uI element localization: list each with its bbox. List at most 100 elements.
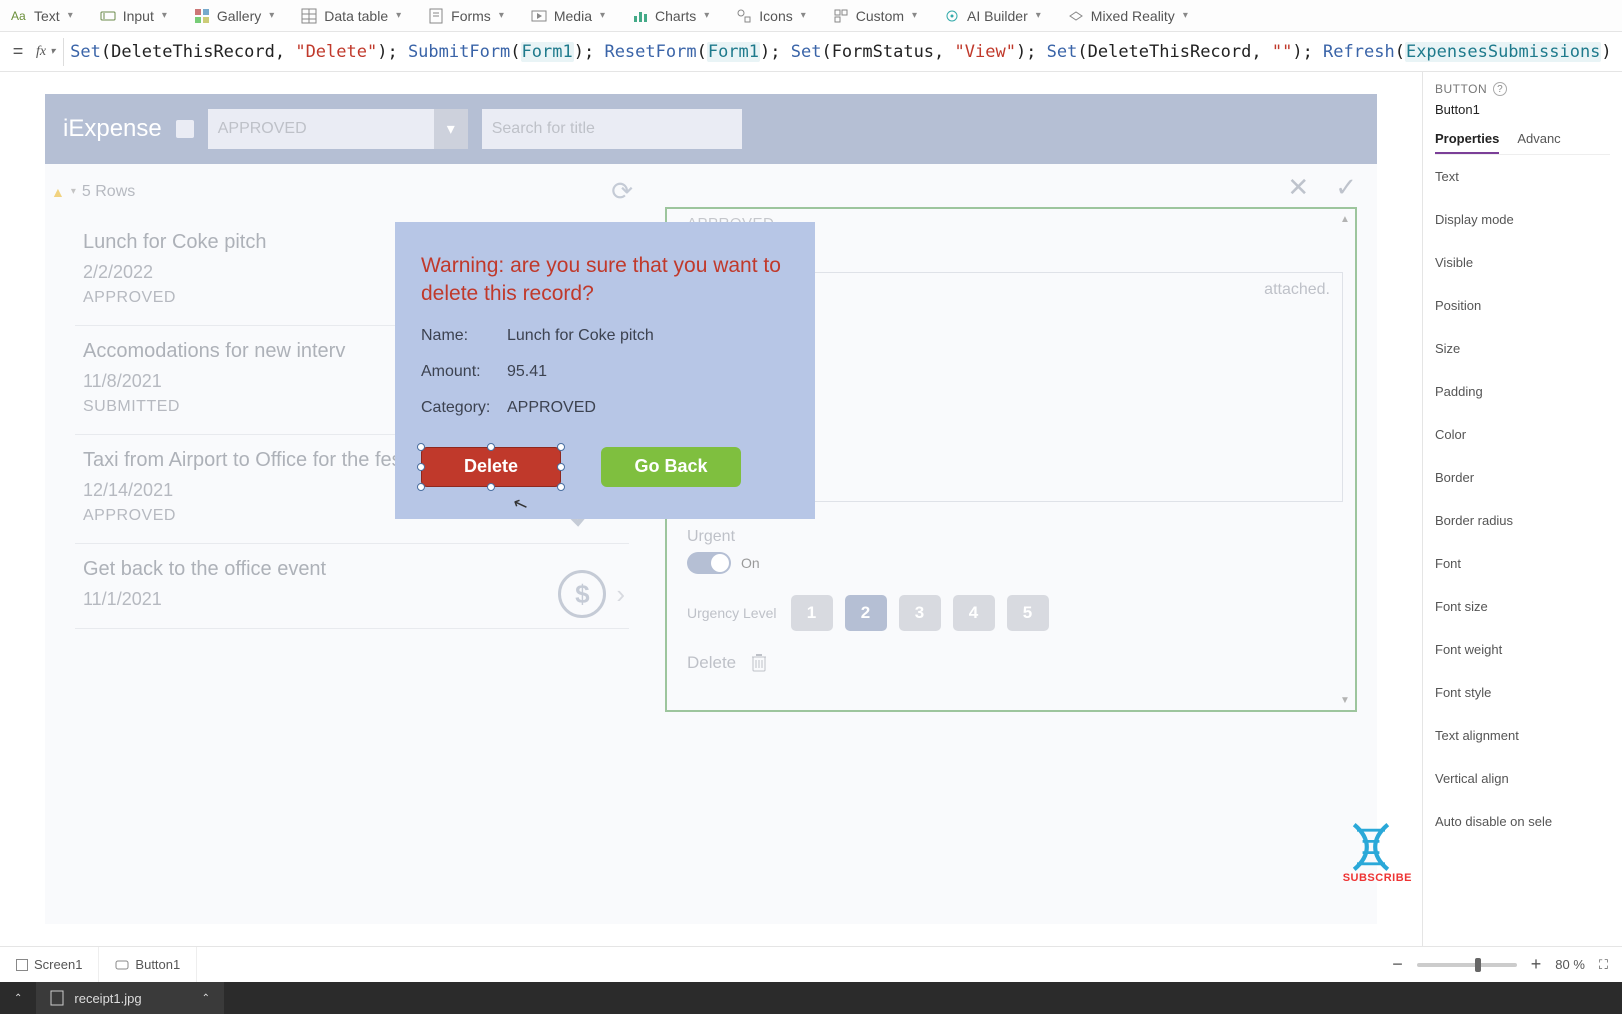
props-item[interactable]: Vertical align bbox=[1435, 771, 1610, 786]
ribbon-icons[interactable]: Icons▾ bbox=[731, 5, 810, 27]
custom-icon bbox=[832, 7, 850, 25]
ribbon-forms[interactable]: Forms▾ bbox=[423, 5, 508, 27]
app-title: iExpense bbox=[63, 115, 162, 143]
ribbon-mixedreality[interactable]: Mixed Reality▾ bbox=[1063, 5, 1192, 27]
forms-icon bbox=[427, 7, 445, 25]
zoom-out-button[interactable]: − bbox=[1392, 954, 1403, 975]
modal-delete-button[interactable]: Delete bbox=[421, 447, 561, 487]
props-item[interactable]: Color bbox=[1435, 427, 1610, 442]
props-item[interactable]: Padding bbox=[1435, 384, 1610, 399]
urgency-level-button[interactable]: 5 bbox=[1007, 595, 1049, 631]
scroll-up-icon[interactable]: ▲ bbox=[1337, 211, 1353, 227]
props-item[interactable]: Text bbox=[1435, 169, 1610, 184]
list-item-date: 11/1/2021 bbox=[83, 589, 621, 610]
search-placeholder: Search for title bbox=[492, 120, 595, 138]
props-item[interactable]: Size bbox=[1435, 341, 1610, 356]
app-frame: iExpense APPROVED ▾ Search for title ▲ ▾… bbox=[45, 94, 1377, 924]
urgency-level-button[interactable]: 1 bbox=[791, 595, 833, 631]
ai-icon bbox=[943, 7, 961, 25]
text-icon: Aa bbox=[10, 7, 28, 25]
ribbon-charts[interactable]: Charts▾ bbox=[627, 5, 713, 27]
close-icon[interactable]: ✕ bbox=[1287, 172, 1309, 203]
list-item[interactable]: Get back to the office event11/1/2021$› bbox=[75, 544, 629, 629]
chevron-down-icon[interactable]: ▾ bbox=[71, 186, 76, 197]
urgency-level-button[interactable]: 4 bbox=[953, 595, 995, 631]
urgency-level-button[interactable]: 2 bbox=[845, 595, 887, 631]
chevron-down-icon: ▾ bbox=[50, 46, 55, 57]
props-item[interactable]: Text alignment bbox=[1435, 728, 1610, 743]
breadcrumb-screen[interactable]: Screen1 bbox=[0, 947, 99, 982]
modal-goback-button[interactable]: Go Back bbox=[601, 447, 741, 487]
props-item[interactable]: Font style bbox=[1435, 685, 1610, 700]
chevron-down-icon: ▾ bbox=[912, 10, 917, 21]
taskbar-file[interactable]: receipt1.jpg ⌃ bbox=[36, 982, 224, 1014]
zoom-slider[interactable] bbox=[1417, 963, 1517, 967]
props-item[interactable]: Border bbox=[1435, 470, 1610, 485]
props-item[interactable]: Display mode bbox=[1435, 212, 1610, 227]
row-count-label: 5 Rows bbox=[82, 183, 135, 201]
modal-field-label: Name: bbox=[421, 327, 507, 345]
zoom-controls: − + 80 % ⛶ bbox=[1392, 954, 1622, 975]
warning-icon: ▲ bbox=[51, 184, 65, 200]
refresh-icon[interactable]: ⟳ bbox=[611, 176, 633, 207]
gallery-icon bbox=[193, 7, 211, 25]
props-item[interactable]: Font weight bbox=[1435, 642, 1610, 657]
mr-icon bbox=[1067, 7, 1085, 25]
props-item[interactable]: Position bbox=[1435, 298, 1610, 313]
props-control-name: Button1 bbox=[1435, 102, 1610, 117]
ribbon-gallery[interactable]: Gallery▾ bbox=[189, 5, 278, 27]
breadcrumb-bar: Screen1 Button1 − + 80 % ⛶ bbox=[0, 946, 1622, 982]
props-item[interactable]: Border radius bbox=[1435, 513, 1610, 528]
urgency-level-button[interactable]: 3 bbox=[899, 595, 941, 631]
taskbar: ⌃ receipt1.jpg ⌃ bbox=[0, 982, 1622, 1014]
info-icon[interactable]: ? bbox=[1493, 82, 1507, 96]
props-item[interactable]: Font bbox=[1435, 556, 1610, 571]
dollar-icon[interactable]: $ bbox=[558, 570, 606, 618]
formula-bar-row: = fx▾ Set(DeleteThisRecord, "Delete"); S… bbox=[0, 32, 1622, 72]
ribbon-text[interactable]: AaText▾ bbox=[6, 5, 77, 27]
scroll-down-icon[interactable]: ▼ bbox=[1337, 692, 1353, 708]
props-item[interactable]: Font size bbox=[1435, 599, 1610, 614]
modal-field-label: Category: bbox=[421, 399, 507, 417]
fit-screen-icon[interactable]: ⛶ bbox=[1599, 957, 1608, 973]
zoom-in-button[interactable]: + bbox=[1531, 954, 1542, 975]
breadcrumb-control[interactable]: Button1 bbox=[99, 947, 197, 982]
taskbar-up[interactable]: ⌃ bbox=[0, 982, 36, 1014]
submit-check-icon[interactable]: ✓ bbox=[1335, 172, 1357, 203]
modal-field-value: Lunch for Coke pitch bbox=[507, 327, 654, 345]
charts-icon bbox=[631, 7, 649, 25]
app-header: iExpense APPROVED ▾ Search for title bbox=[45, 94, 1377, 164]
taskbar-file-name: receipt1.jpg bbox=[74, 991, 141, 1006]
form-delete-label: Delete bbox=[687, 653, 736, 673]
urgent-toggle[interactable]: On bbox=[687, 552, 760, 574]
properties-pane: BUTTON ? Button1 Properties Advanc TextD… bbox=[1422, 72, 1622, 946]
attached-label: attached. bbox=[1264, 281, 1330, 299]
props-item[interactable]: Visible bbox=[1435, 255, 1610, 270]
chevron-right-icon[interactable]: › bbox=[616, 579, 625, 610]
chevron-down-icon: ▾ bbox=[1036, 10, 1041, 21]
svg-text:Aa: Aa bbox=[11, 9, 26, 23]
ribbon-media[interactable]: Media▾ bbox=[526, 5, 609, 27]
ribbon-datatable[interactable]: Data table▾ bbox=[296, 5, 405, 27]
canvas-area: iExpense APPROVED ▾ Search for title ▲ ▾… bbox=[0, 72, 1422, 946]
ribbon-input[interactable]: Input▾ bbox=[95, 5, 171, 27]
trash-icon[interactable] bbox=[750, 653, 768, 673]
chevron-down-icon: ▾ bbox=[801, 10, 806, 21]
ribbon-custom[interactable]: Custom▾ bbox=[828, 5, 921, 27]
formula-equals[interactable]: = bbox=[8, 41, 28, 62]
chevron-down-icon: ▾ bbox=[269, 10, 274, 21]
tab-advanced[interactable]: Advanc bbox=[1517, 131, 1560, 154]
search-input[interactable]: Search for title bbox=[482, 109, 742, 149]
modal-field-row: Category:APPROVED bbox=[421, 399, 789, 417]
props-item[interactable]: Auto disable on sele bbox=[1435, 814, 1610, 829]
ribbon-aibuilder[interactable]: AI Builder▾ bbox=[939, 5, 1045, 27]
status-dropdown[interactable]: APPROVED ▾ bbox=[208, 109, 468, 149]
media-icon bbox=[530, 7, 548, 25]
fx-label[interactable]: fx▾ bbox=[36, 44, 55, 60]
filter-checkbox[interactable] bbox=[176, 120, 194, 138]
toggle-on-label: On bbox=[741, 555, 760, 571]
chevron-down-icon: ▾ bbox=[434, 109, 468, 149]
chevron-down-icon: ▾ bbox=[499, 10, 504, 21]
tab-properties[interactable]: Properties bbox=[1435, 131, 1499, 154]
formula-input[interactable]: Set(DeleteThisRecord, "Delete"); SubmitF… bbox=[63, 38, 1614, 66]
